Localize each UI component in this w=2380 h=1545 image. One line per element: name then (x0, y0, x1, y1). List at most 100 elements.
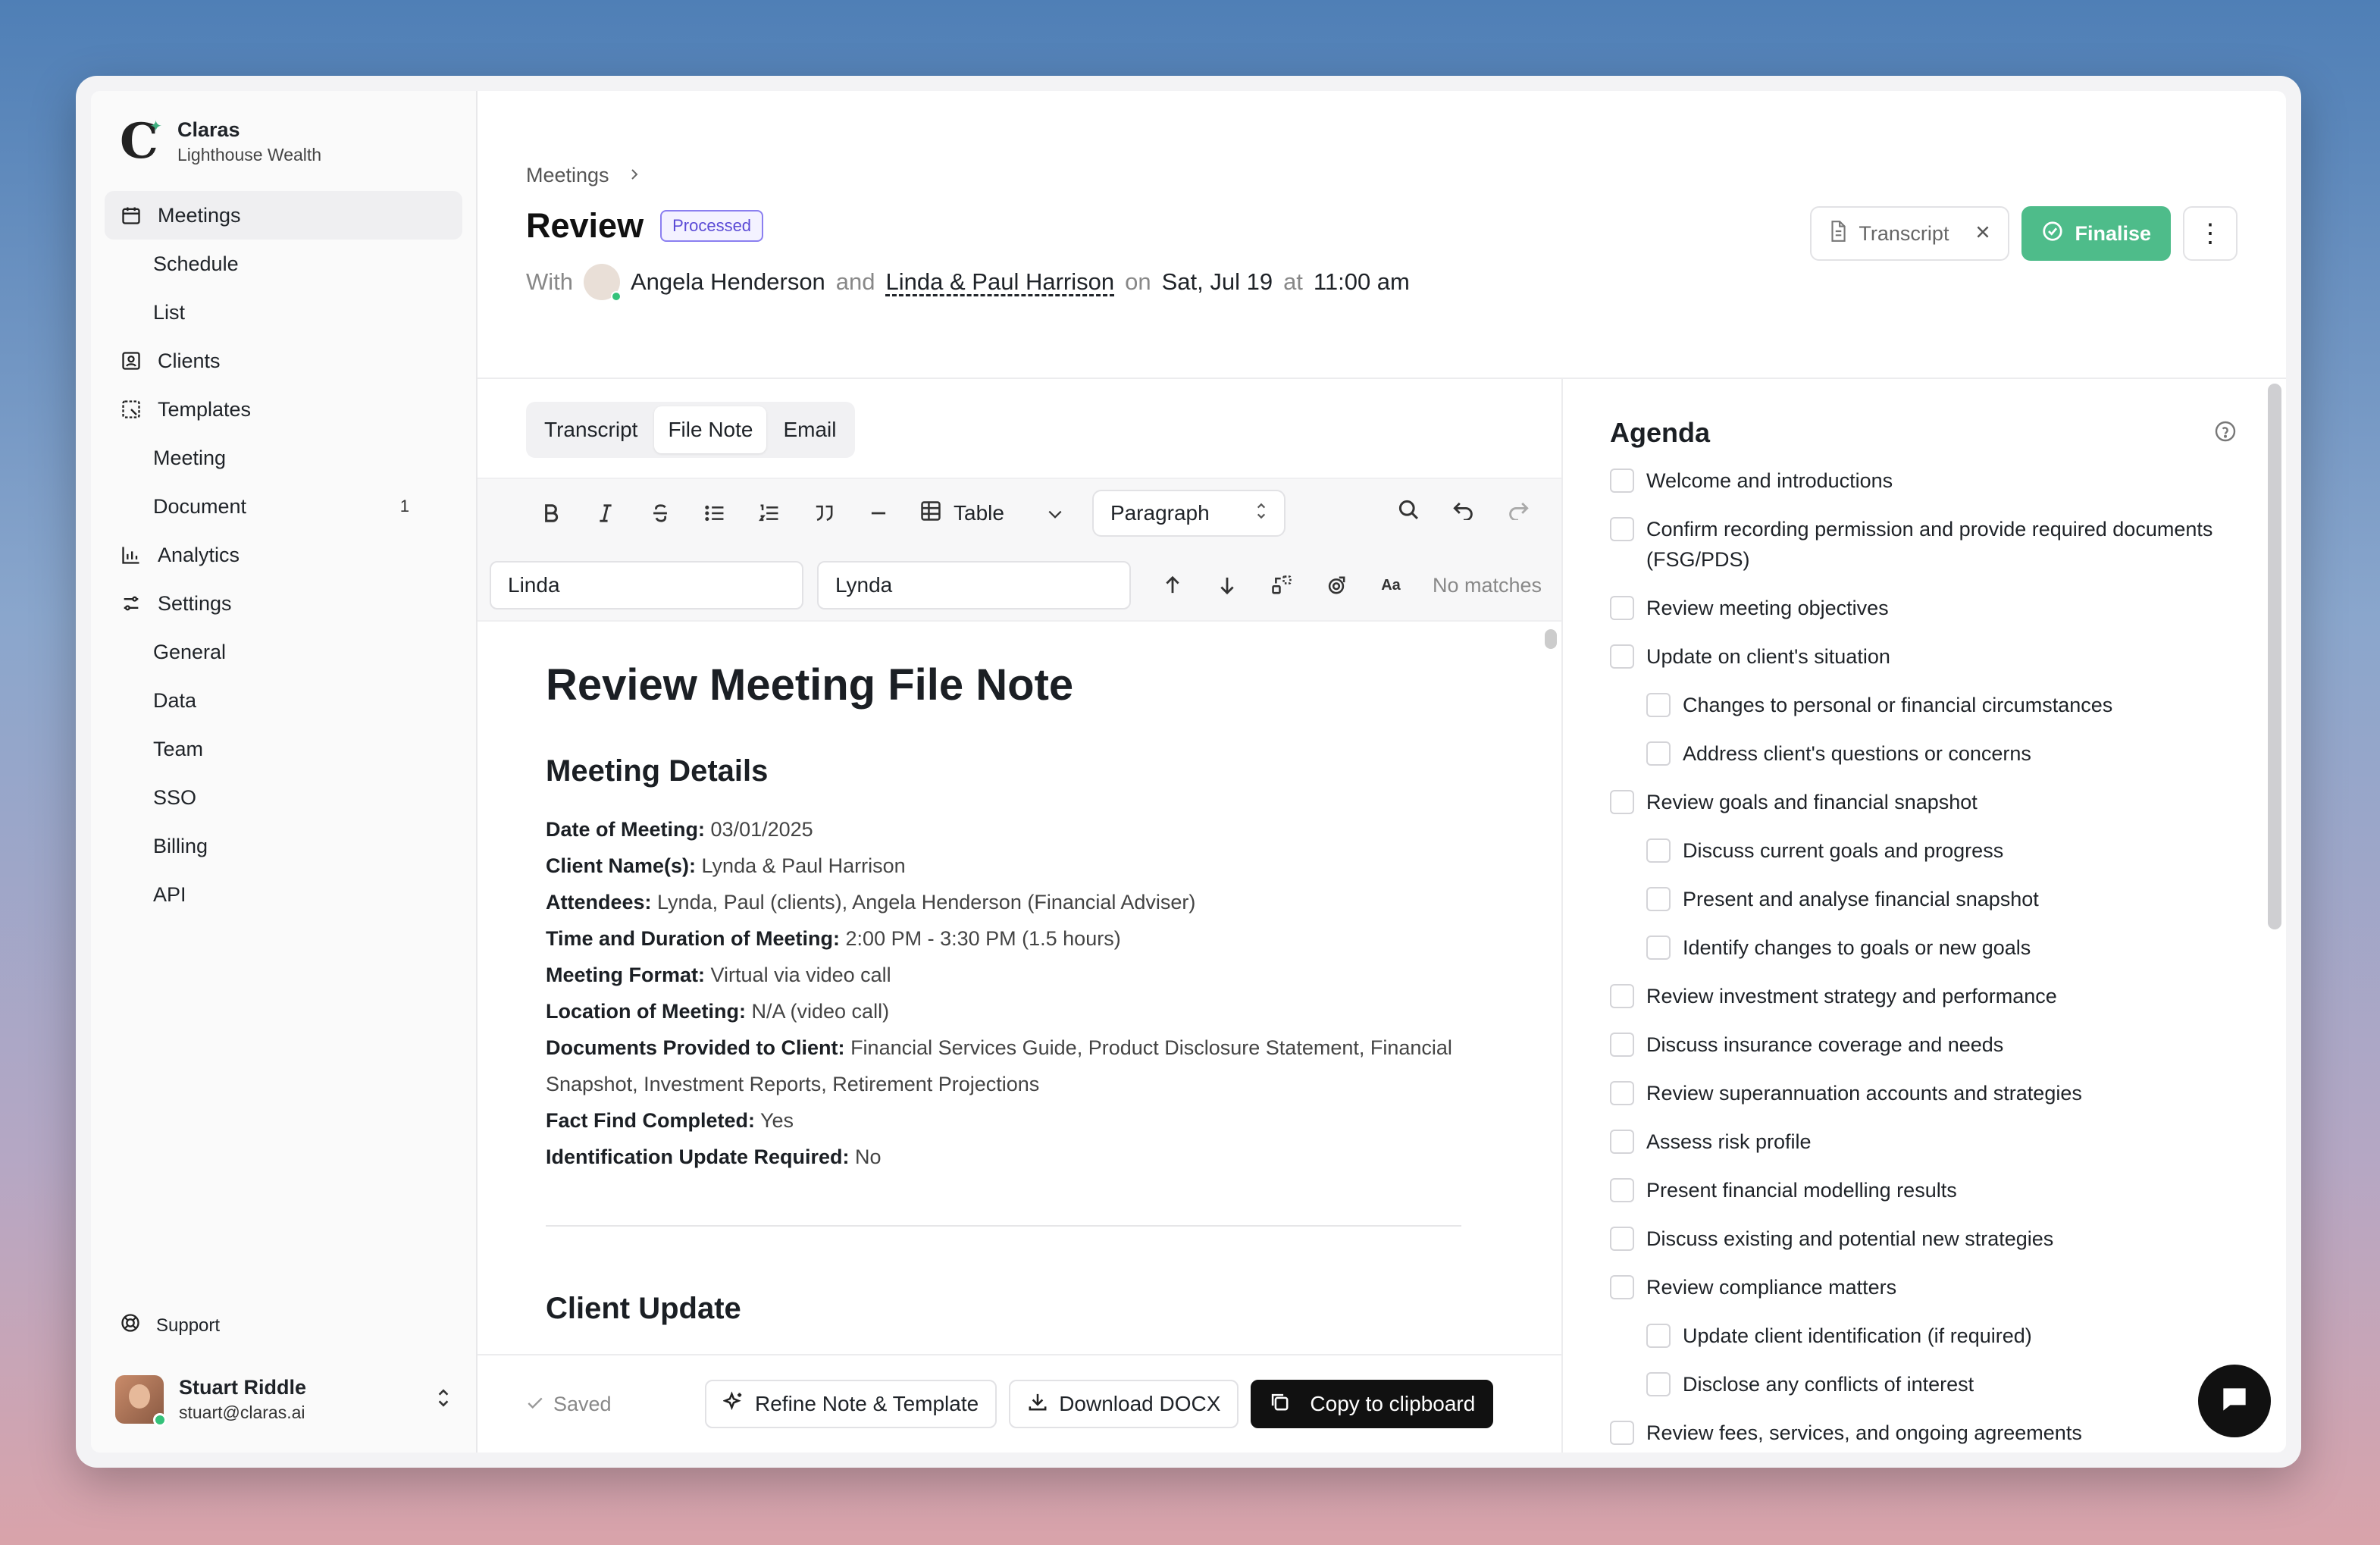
agenda-item[interactable]: Address client's questions or concerns (1610, 738, 2238, 769)
meeting-time: 11:00 am (1313, 268, 1410, 295)
numbered-list-icon[interactable] (749, 493, 790, 534)
agenda-item[interactable]: Assess risk profile (1610, 1127, 2238, 1157)
quote-icon[interactable] (803, 493, 844, 534)
help-circle-icon[interactable] (2213, 419, 2238, 447)
agenda-item[interactable]: Changes to personal or financial circums… (1610, 690, 2238, 720)
agenda-scrollbar[interactable] (2268, 384, 2281, 929)
document-body[interactable]: Review Meeting File Note Meeting Details… (478, 629, 1546, 1354)
on-label: on (1125, 268, 1151, 295)
sidebar-item-analytics[interactable]: Analytics (105, 531, 462, 579)
close-icon[interactable] (1974, 222, 1991, 246)
replace-icon[interactable] (1261, 565, 1302, 606)
match-case-icon[interactable]: Aa (1370, 565, 1411, 606)
agenda-checkbox[interactable] (1610, 984, 1634, 1008)
agenda-item[interactable]: Review fees, services, and ongoing agree… (1610, 1418, 2238, 1448)
agenda-item[interactable]: Discuss existing and potential new strat… (1610, 1224, 2238, 1254)
sidebar-item-settings[interactable]: Settings (105, 579, 462, 628)
more-options-button[interactable]: ⋮ (2183, 206, 2238, 261)
replace-all-icon[interactable] (1316, 565, 1357, 606)
agenda-item[interactable]: Welcome and introductions (1610, 465, 2238, 496)
agenda-checkbox[interactable] (1610, 1033, 1634, 1057)
sidebar-item-document-template[interactable]: Document 1 (105, 482, 462, 531)
agenda-checkbox[interactable] (1610, 469, 1634, 493)
sidebar-item-team[interactable]: Team (105, 725, 462, 773)
agenda-item[interactable]: Update client identification (if require… (1610, 1321, 2238, 1351)
chat-button[interactable] (2198, 1365, 2271, 1437)
sidebar-item-api[interactable]: API (105, 870, 462, 919)
bold-icon[interactable] (531, 493, 572, 534)
agenda-item[interactable]: Confirm recording permission and provide… (1610, 514, 2238, 575)
tab-transcript[interactable]: Transcript (531, 406, 651, 453)
page-header: Meetings Review Processed With Angela He… (478, 91, 2286, 379)
agenda-checkbox[interactable] (1610, 790, 1634, 814)
bullet-list-icon[interactable] (694, 493, 735, 534)
agenda-item-label: Address client's questions or concerns (1683, 742, 2031, 765)
agenda-checkbox[interactable] (1610, 644, 1634, 669)
strikethrough-icon[interactable] (640, 493, 681, 534)
agenda-item[interactable]: Review meeting objectives (1610, 593, 2238, 623)
agenda-checkbox[interactable] (1646, 1324, 1671, 1348)
agenda-checkbox[interactable] (1610, 1275, 1634, 1299)
sidebar-item-billing[interactable]: Billing (105, 822, 462, 870)
agenda-checkbox[interactable] (1610, 1130, 1634, 1154)
support-link[interactable]: Support (120, 1312, 220, 1339)
find-input[interactable] (490, 561, 803, 610)
download-docx-button[interactable]: Download DOCX (1009, 1380, 1239, 1428)
transcript-button[interactable]: Transcript (1810, 206, 2010, 261)
sidebar-item-data[interactable]: Data (105, 676, 462, 725)
agenda-item[interactable]: Disclose any conflicts of interest (1610, 1369, 2238, 1399)
tab-email[interactable]: Email (769, 406, 850, 453)
breadcrumb-meetings[interactable]: Meetings (526, 164, 609, 187)
sidebar-item-meeting-template[interactable]: Meeting (105, 434, 462, 482)
arrow-up-icon[interactable] (1152, 565, 1193, 606)
agenda-item[interactable]: Present and analyse financial snapshot (1610, 884, 2238, 914)
sidebar-item-general[interactable]: General (105, 628, 462, 676)
agenda-checkbox[interactable] (1610, 517, 1634, 541)
sidebar-item-templates[interactable]: Templates (105, 385, 462, 434)
agenda-checkbox[interactable] (1610, 1178, 1634, 1202)
arrow-down-icon[interactable] (1207, 565, 1248, 606)
document-scrollbar[interactable] (1545, 629, 1557, 649)
paragraph-select[interactable]: Paragraph (1091, 490, 1286, 537)
agenda-checkbox[interactable] (1646, 838, 1671, 863)
agenda-item[interactable]: Review compliance matters (1610, 1272, 2238, 1302)
agenda-item[interactable]: Discuss insurance coverage and needs (1610, 1029, 2238, 1060)
clients-link[interactable]: Linda & Paul Harrison (886, 268, 1115, 296)
agenda-item[interactable]: Identify changes to goals or new goals (1610, 932, 2238, 963)
agenda-item[interactable]: Review goals and financial snapshot (1610, 787, 2238, 817)
tab-file-note[interactable]: File Note (654, 406, 767, 453)
sidebar-item-meetings[interactable]: Meetings (105, 191, 462, 240)
sidebar-item-list[interactable]: List (105, 288, 462, 337)
agenda-checkbox[interactable] (1646, 1372, 1671, 1396)
replace-input[interactable] (817, 561, 1131, 610)
app-window: C ✦ Claras Lighthouse Wealth Meetings Sch… (76, 76, 2301, 1468)
sidebar-item-clients[interactable]: Clients (105, 337, 462, 385)
sidebar-item-sso[interactable]: SSO (105, 773, 462, 822)
agenda-checkbox[interactable] (1610, 596, 1634, 620)
agenda-item[interactable]: Review superannuation accounts and strat… (1610, 1078, 2238, 1108)
agenda-checkbox[interactable] (1646, 693, 1671, 717)
copy-to-clipboard-button[interactable]: Copy to clipboard (1251, 1380, 1494, 1428)
undo-icon[interactable] (1443, 490, 1484, 531)
user-menu[interactable]: Stuart Riddle stuart@claras.ai (114, 1369, 453, 1430)
redo-icon[interactable] (1498, 490, 1539, 531)
agenda-item[interactable]: Review investment strategy and performan… (1610, 981, 2238, 1011)
brand[interactable]: C ✦ Claras Lighthouse Wealth (105, 112, 462, 191)
agenda-checkbox[interactable] (1646, 887, 1671, 911)
sidebar-item-schedule[interactable]: Schedule (105, 240, 462, 288)
agenda-checkbox[interactable] (1646, 935, 1671, 960)
italic-icon[interactable] (585, 493, 626, 534)
refine-note-button[interactable]: Refine Note & Template (705, 1380, 997, 1428)
agenda-checkbox[interactable] (1610, 1421, 1634, 1445)
agenda-checkbox[interactable] (1610, 1081, 1634, 1105)
field-line: Client Name(s): Lynda & Paul Harrison (546, 854, 906, 877)
agenda-checkbox[interactable] (1610, 1227, 1634, 1251)
agenda-item[interactable]: Discuss current goals and progress (1610, 835, 2238, 866)
table-dropdown[interactable]: Table (913, 500, 1071, 527)
search-icon[interactable] (1389, 490, 1430, 531)
agenda-checkbox[interactable] (1646, 741, 1671, 766)
agenda-item[interactable]: Present financial modelling results (1610, 1175, 2238, 1205)
agenda-item[interactable]: Update on client's situation (1610, 641, 2238, 672)
horizontal-rule-icon[interactable] (858, 493, 899, 534)
finalise-button[interactable]: Finalise (2021, 206, 2171, 261)
